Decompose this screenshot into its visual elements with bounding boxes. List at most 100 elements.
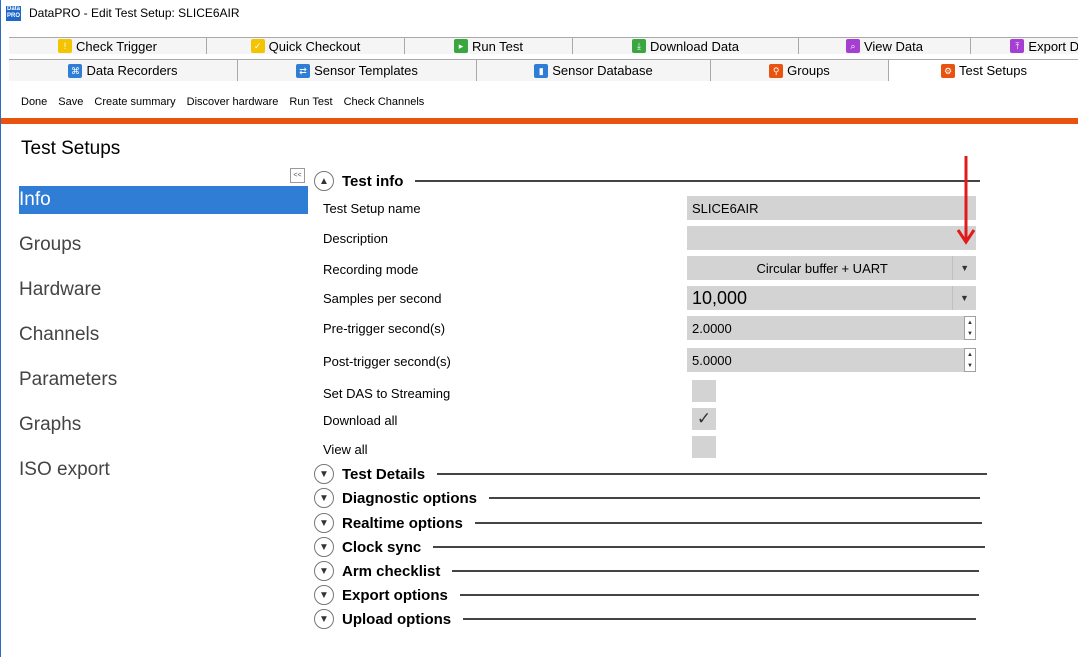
nav-item-channels[interactable]: Channels xyxy=(19,321,308,366)
save-button[interactable]: Save xyxy=(58,96,83,108)
sensor-database-icon: ▮ xyxy=(534,63,549,78)
download-all-label: Download all xyxy=(323,413,398,428)
setup-name-value: SLICE6AIR xyxy=(692,200,759,216)
das-streaming-checkbox[interactable] xyxy=(692,380,716,402)
sensor-templates-icon: ⇄ xyxy=(296,63,311,78)
section-title: Diagnostic options xyxy=(342,489,477,507)
section-clock-sync[interactable]: ▼ Clock sync xyxy=(314,536,986,558)
title-bar: Data PRO DataPRO - Edit Test Setup: SLIC… xyxy=(1,0,1078,26)
section-title: Export options xyxy=(342,586,448,604)
section-divider xyxy=(452,570,980,572)
section-realtime-options[interactable]: ▼ Realtime options xyxy=(314,512,982,534)
chevron-down-icon[interactable]: ▼ xyxy=(314,513,334,533)
spin-buttons[interactable]: ▲ ▼ xyxy=(964,348,976,372)
samples-per-second-dropdown[interactable]: 10,000 ▼ xyxy=(687,286,976,310)
post-trigger-value: 5.0000 xyxy=(692,352,732,368)
export-icon: ⤒ xyxy=(1010,39,1025,53)
download-all-checkbox[interactable]: ✓ xyxy=(692,408,716,430)
pre-trigger-spinbox[interactable]: 2.0000 ▲ ▼ xyxy=(687,316,976,340)
tab-export-data[interactable]: ⤒ Export D xyxy=(971,37,1078,54)
tab-sensor-templates[interactable]: ⇄ Sensor Templates xyxy=(238,59,477,81)
nav-item-hardware[interactable]: Hardware xyxy=(19,276,308,321)
tab-sensor-database[interactable]: ▮ Sensor Database xyxy=(477,59,711,81)
section-upload-options[interactable]: ▼ Upload options xyxy=(314,608,977,630)
download-icon: ⤓ xyxy=(632,39,647,53)
tab-label: Check Trigger xyxy=(76,38,157,54)
section-divider xyxy=(474,522,982,524)
section-arm-checklist[interactable]: ▼ Arm checklist xyxy=(314,560,980,582)
chevron-down-icon[interactable]: ▼ xyxy=(314,561,334,581)
section-test-info[interactable]: ▲ Test info xyxy=(314,170,981,192)
create-summary-button[interactable]: Create summary xyxy=(94,96,175,108)
tab-data-recorders[interactable]: ⌘ Data Recorders xyxy=(9,59,238,81)
accent-divider xyxy=(1,118,1078,124)
nav-item-groups[interactable]: Groups xyxy=(19,231,308,276)
tab-groups[interactable]: ⚲ Groups xyxy=(711,59,889,81)
spin-down-icon[interactable]: ▼ xyxy=(967,363,973,369)
description-label: Description xyxy=(323,231,389,246)
tab-label: Quick Checkout xyxy=(268,38,361,54)
done-button[interactable]: Done xyxy=(21,96,47,108)
section-divider xyxy=(415,180,981,182)
chevron-down-icon[interactable]: ▼ xyxy=(952,286,976,310)
chevron-down-icon[interactable]: ▼ xyxy=(314,585,334,605)
checkmark-icon: ✓ xyxy=(696,409,712,428)
tab-run-test[interactable]: ▸ Run Test xyxy=(405,37,573,54)
section-title: Upload options xyxy=(342,610,452,628)
check-channels-button[interactable]: Check Channels xyxy=(344,96,425,108)
view-all-checkbox[interactable] xyxy=(692,436,716,458)
run-test-button[interactable]: Run Test xyxy=(289,96,332,108)
chevron-down-icon[interactable]: ▼ xyxy=(314,537,334,557)
description-field[interactable] xyxy=(687,226,976,250)
section-test-details[interactable]: ▼ Test Details xyxy=(314,463,988,485)
chevron-down-icon[interactable]: ▼ xyxy=(314,488,334,508)
post-trigger-spinbox[interactable]: 5.0000 ▲ ▼ xyxy=(687,348,976,372)
spin-buttons[interactable]: ▲ ▼ xyxy=(964,316,976,340)
app-window: Data PRO DataPRO - Edit Test Setup: SLIC… xyxy=(0,0,1078,657)
chevron-down-icon[interactable]: ▼ xyxy=(952,256,976,280)
tab-view-data[interactable]: ⌕ View Data xyxy=(799,37,971,54)
section-title: Realtime options xyxy=(342,514,463,532)
section-export-options[interactable]: ▼ Export options xyxy=(314,584,979,606)
tab-label: Data Recorders xyxy=(86,63,178,78)
check-trigger-icon: ! xyxy=(58,39,73,53)
recording-mode-label: Recording mode xyxy=(323,262,419,277)
chevron-down-icon[interactable]: ▼ xyxy=(314,464,334,484)
spin-up-icon[interactable]: ▲ xyxy=(967,352,973,358)
collapse-sidebar-button[interactable]: << xyxy=(290,168,305,183)
section-divider xyxy=(489,497,980,499)
nav-item-info[interactable]: Info xyxy=(19,186,308,214)
nav-item-iso-export[interactable]: ISO export xyxy=(19,456,308,501)
tab-label: Groups xyxy=(787,63,830,78)
chevron-down-icon[interactable]: ▼ xyxy=(314,609,334,629)
section-title: Test info xyxy=(342,172,404,190)
section-divider xyxy=(433,546,986,548)
section-divider xyxy=(463,618,977,620)
tab-label: Sensor Templates xyxy=(314,63,418,78)
section-title: Arm checklist xyxy=(342,562,441,580)
tab-label: Export D xyxy=(1028,38,1078,54)
chevron-up-icon[interactable]: ▲ xyxy=(314,171,334,191)
section-divider xyxy=(459,594,979,596)
tab-quick-checkout[interactable]: ✓ Quick Checkout xyxy=(207,37,405,54)
setup-name-label: Test Setup name xyxy=(323,201,421,216)
datapro-app-icon: Data PRO xyxy=(6,5,21,21)
sidebar-nav: Info Groups Hardware Channels Parameters… xyxy=(19,186,308,501)
das-streaming-label: Set DAS to Streaming xyxy=(323,386,451,401)
post-trigger-label: Post-trigger second(s) xyxy=(323,354,451,369)
discover-hardware-button[interactable]: Discover hardware xyxy=(187,96,279,108)
section-diagnostic-options[interactable]: ▼ Diagnostic options xyxy=(314,487,980,509)
tab-label: Download Data xyxy=(650,38,739,54)
window-title: DataPRO - Edit Test Setup: SLICE6AIR xyxy=(29,6,240,20)
tab-row-top: ! Check Trigger ✓ Quick Checkout ▸ Run T… xyxy=(9,37,1078,54)
samples-per-second-label: Samples per second xyxy=(323,291,442,306)
nav-item-graphs[interactable]: Graphs xyxy=(19,411,308,456)
recording-mode-dropdown[interactable]: Circular buffer + UART ▼ xyxy=(687,256,976,280)
spin-up-icon[interactable]: ▲ xyxy=(967,320,973,326)
tab-test-setups[interactable]: ⚙ Test Setups xyxy=(889,59,1078,81)
tab-check-trigger[interactable]: ! Check Trigger xyxy=(9,37,207,54)
nav-item-parameters[interactable]: Parameters xyxy=(19,366,308,411)
setup-name-field[interactable]: SLICE6AIR xyxy=(687,196,976,220)
tab-download-data[interactable]: ⤓ Download Data xyxy=(573,37,799,54)
spin-down-icon[interactable]: ▼ xyxy=(967,331,973,337)
